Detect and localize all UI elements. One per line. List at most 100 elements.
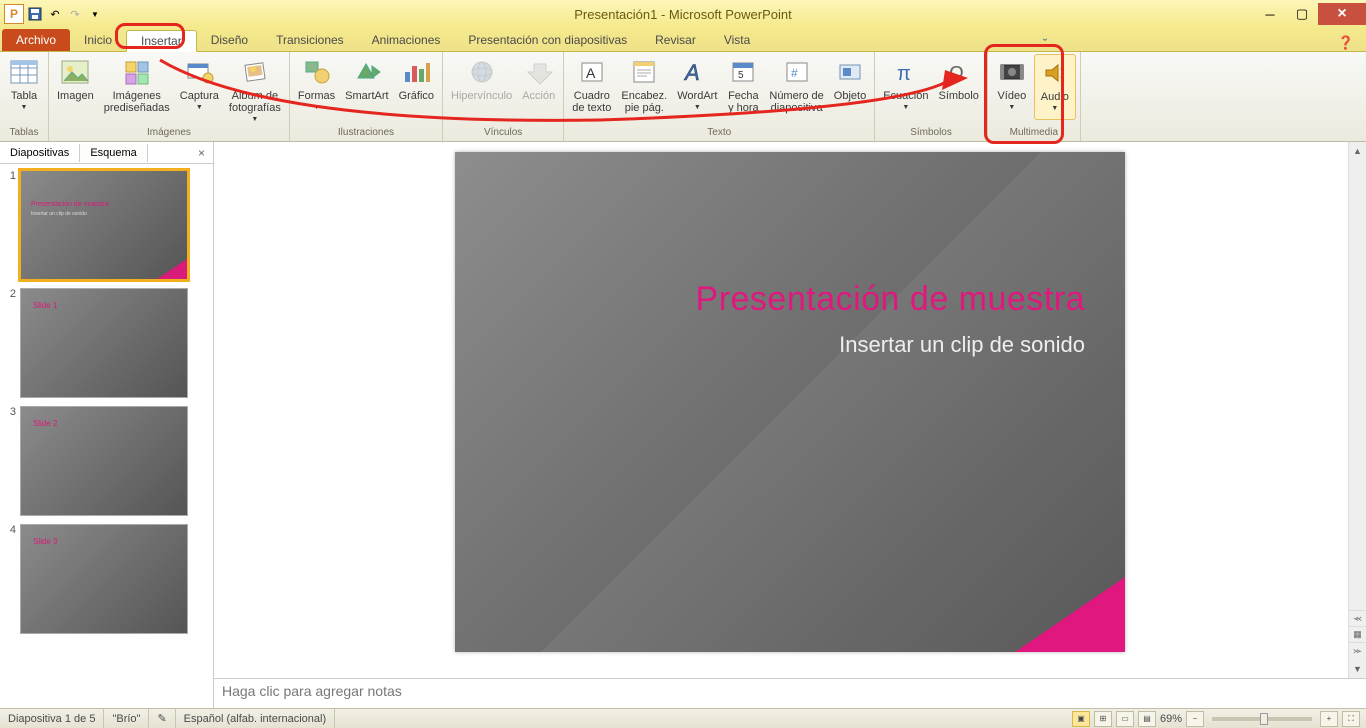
object-icon (834, 56, 866, 88)
tabla-label: Tabla (11, 90, 37, 102)
slide-number-icon: # (781, 56, 813, 88)
objeto-button[interactable]: Objeto (830, 54, 870, 118)
wordart-label: WordArt (677, 90, 717, 102)
view-reading-icon[interactable]: ▭ (1116, 711, 1134, 727)
svg-text:π: π (897, 63, 911, 85)
window-title: Presentación1 - Microsoft PowerPoint (574, 7, 791, 22)
thumb-number: 3 (4, 406, 16, 516)
group-texto: ACuadro de texto Encabez. pie pág. A Word… (564, 52, 875, 141)
status-language[interactable]: Español (alfab. internacional) (176, 709, 335, 728)
captura-button[interactable]: Captura▼ (176, 54, 223, 118)
cuadro-texto-button[interactable]: ACuadro de texto (568, 54, 615, 118)
main-slide[interactable]: Presentación de muestra Insertar un clip… (455, 152, 1125, 652)
formas-label: Formas (298, 90, 335, 102)
svg-text:Ω: Ω (949, 63, 964, 85)
tab-inicio[interactable]: Inicio (70, 29, 126, 51)
tab-diapositivas[interactable]: Diapositivas (0, 144, 80, 162)
next-slide-icon[interactable]: ⪼ (1349, 642, 1366, 658)
tab-vista[interactable]: Vista (710, 29, 764, 51)
fecha-button[interactable]: 5Fecha y hora (723, 54, 763, 118)
thumb-number: 4 (4, 524, 16, 634)
ribbon-minimize-icon[interactable]: ˇ (1039, 36, 1051, 51)
accion-label: Acción (522, 90, 555, 102)
clipart-button[interactable]: Imágenes prediseñadas (100, 54, 174, 118)
undo-icon[interactable]: ↶ (46, 5, 64, 23)
fit-window-icon[interactable]: ⛶ (1342, 711, 1360, 727)
numero-button[interactable]: #Número de diapositiva (765, 54, 827, 118)
simbolo-button[interactable]: ΩSímbolo (934, 54, 982, 118)
album-button[interactable]: Álbum de fotografías▼ (225, 54, 285, 118)
title-bar: P ↶ ↷ ▼ Presentación1 - Microsoft PowerP… (0, 0, 1366, 28)
save-icon[interactable] (26, 5, 44, 23)
textbox-icon: A (576, 56, 608, 88)
slide-title[interactable]: Presentación de muestra (696, 280, 1085, 319)
thumb-number: 2 (4, 288, 16, 398)
ribbon: Tabla▼ Tablas Imagen Imágenes prediseñad… (0, 52, 1366, 142)
status-spellcheck-icon[interactable]: ✎ (149, 709, 175, 728)
group-ilustraciones-label: Ilustraciones (338, 127, 394, 141)
slide-canvas[interactable]: Presentación de muestra Insertar un clip… (214, 142, 1366, 678)
tab-animaciones[interactable]: Animaciones (358, 29, 455, 51)
view-normal-icon[interactable]: ▣ (1072, 711, 1090, 727)
objeto-label: Objeto (834, 90, 866, 102)
thumbnail-3[interactable]: Slide 2 (20, 406, 188, 516)
zoom-slider[interactable] (1212, 717, 1312, 721)
encabez-button[interactable]: Encabez. pie pág. (617, 54, 671, 118)
tab-diseno[interactable]: Diseño (197, 29, 262, 51)
header-footer-icon (628, 56, 660, 88)
numero-label: Número de diapositiva (769, 90, 823, 114)
fecha-label: Fecha y hora (728, 90, 759, 114)
group-multimedia-label: Multimedia (1010, 127, 1058, 141)
vertical-scrollbar[interactable]: ▲ ⪻ ▦ ⪼ ▼ (1348, 142, 1366, 678)
view-sorter-icon[interactable]: ⊞ (1094, 711, 1112, 727)
tab-insertar[interactable]: Insertar (126, 30, 197, 52)
thumbnail-4[interactable]: Slide 3 (20, 524, 188, 634)
thumb-row: 3 Slide 2 (4, 406, 209, 516)
zoom-in-icon[interactable]: + (1320, 711, 1338, 727)
tab-revisar[interactable]: Revisar (641, 29, 710, 51)
svg-text:A: A (683, 60, 700, 85)
notes-pane[interactable]: Haga clic para agregar notas (214, 678, 1366, 708)
tab-file[interactable]: Archivo (2, 29, 70, 51)
audio-icon (1039, 57, 1071, 89)
maximize-button[interactable]: ▢ (1286, 3, 1318, 25)
smartart-button[interactable]: SmartArt (341, 54, 392, 118)
thumbnail-close-icon[interactable]: × (190, 146, 213, 160)
wordart-button[interactable]: AWordArt▼ (673, 54, 721, 118)
tabla-button[interactable]: Tabla▼ (4, 54, 44, 118)
qat-dropdown-icon[interactable]: ▼ (86, 5, 104, 23)
thumb-sub: Insertar un clip de sonido (31, 211, 87, 217)
group-tablas-label: Tablas (10, 127, 39, 141)
group-simbolos: πEcuación▼ ΩSímbolo Símbolos (875, 52, 988, 141)
prev-slide-icon[interactable]: ⪻ (1349, 610, 1366, 626)
group-multimedia: Vídeo▼ Audio▼ Multimedia (988, 52, 1081, 141)
app-icon[interactable]: P (4, 4, 24, 24)
thumbnail-2[interactable]: Slide 1 (20, 288, 188, 398)
tab-esquema[interactable]: Esquema (80, 144, 147, 162)
tab-presentacion[interactable]: Presentación con diapositivas (454, 29, 641, 51)
slide-subtitle[interactable]: Insertar un clip de sonido (839, 332, 1085, 358)
view-slideshow-icon[interactable]: ▤ (1138, 711, 1156, 727)
album-label: Álbum de fotografías (229, 90, 281, 114)
help-icon[interactable]: ❓ (1334, 35, 1358, 51)
smartart-icon (351, 56, 383, 88)
nav-menu-icon[interactable]: ▦ (1349, 626, 1366, 642)
scroll-down-icon[interactable]: ▼ (1349, 660, 1366, 678)
hyperlink-icon (466, 56, 498, 88)
thumbnail-1[interactable]: Presentación de muestra Insertar un clip… (20, 170, 188, 280)
scroll-up-icon[interactable]: ▲ (1349, 142, 1366, 160)
thumbnail-tabs: Diapositivas Esquema × (0, 142, 213, 164)
redo-icon[interactable]: ↷ (66, 5, 84, 23)
close-button[interactable]: × (1318, 3, 1366, 25)
imagen-button[interactable]: Imagen (53, 54, 98, 118)
svg-text:A: A (586, 65, 596, 81)
tab-transiciones[interactable]: Transiciones (262, 29, 358, 51)
grafico-button[interactable]: Gráfico (395, 54, 438, 118)
formas-button[interactable]: Formas▼ (294, 54, 339, 118)
ecuacion-button[interactable]: πEcuación▼ (879, 54, 932, 118)
zoom-out-icon[interactable]: − (1186, 711, 1204, 727)
video-button[interactable]: Vídeo▼ (992, 54, 1032, 118)
minimize-button[interactable]: ─ (1254, 3, 1286, 25)
audio-button[interactable]: Audio▼ (1034, 54, 1076, 120)
editor-area: Presentación de muestra Insertar un clip… (214, 142, 1366, 708)
